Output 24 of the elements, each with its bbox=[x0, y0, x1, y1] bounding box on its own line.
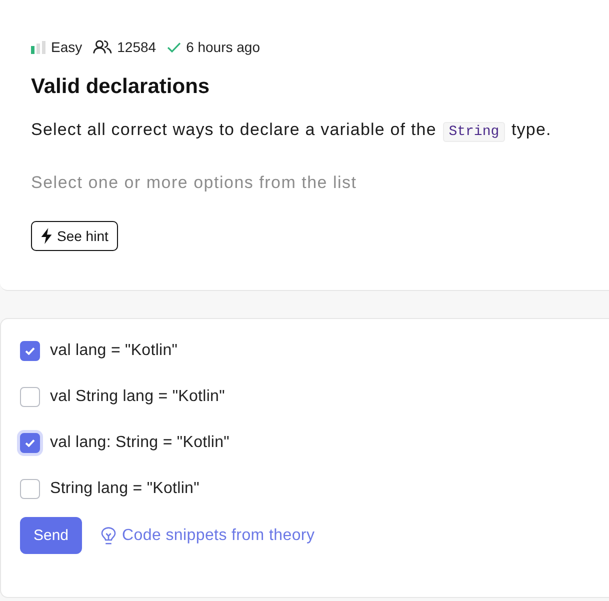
checkmark-icon bbox=[25, 439, 35, 447]
theory-link[interactable]: Code snippets from theory bbox=[101, 526, 315, 544]
checkbox[interactable] bbox=[20, 479, 40, 499]
checkbox[interactable] bbox=[20, 387, 40, 407]
difficulty-label: Easy bbox=[51, 38, 82, 56]
see-hint-button[interactable]: See hint bbox=[31, 221, 118, 251]
checkbox[interactable] bbox=[20, 341, 40, 361]
check-icon bbox=[167, 42, 182, 52]
lightning-icon bbox=[41, 228, 52, 244]
solved-count: 12584 bbox=[117, 38, 156, 56]
option-label[interactable]: val lang: String = "Kotlin" bbox=[50, 433, 230, 453]
question-text: Select all correct ways to declare a variable of the String type. bbox=[31, 119, 552, 144]
checkbox[interactable] bbox=[20, 433, 40, 453]
users-icon bbox=[93, 40, 112, 54]
option-label[interactable]: String lang = "Kotlin" bbox=[50, 479, 200, 499]
task-title: Valid declarations bbox=[31, 74, 211, 100]
difficulty-bars-icon bbox=[31, 40, 46, 54]
checkmark-icon bbox=[25, 347, 35, 355]
instruction-text: Select one or more options from the list bbox=[31, 172, 358, 194]
option-label[interactable]: val lang = "Kotlin" bbox=[50, 341, 178, 361]
option-label[interactable]: val String lang = "Kotlin" bbox=[50, 387, 225, 407]
send-button[interactable]: Send bbox=[20, 517, 82, 554]
lightbulb-icon bbox=[101, 526, 116, 544]
solved-time: 6 hours ago bbox=[186, 38, 260, 56]
